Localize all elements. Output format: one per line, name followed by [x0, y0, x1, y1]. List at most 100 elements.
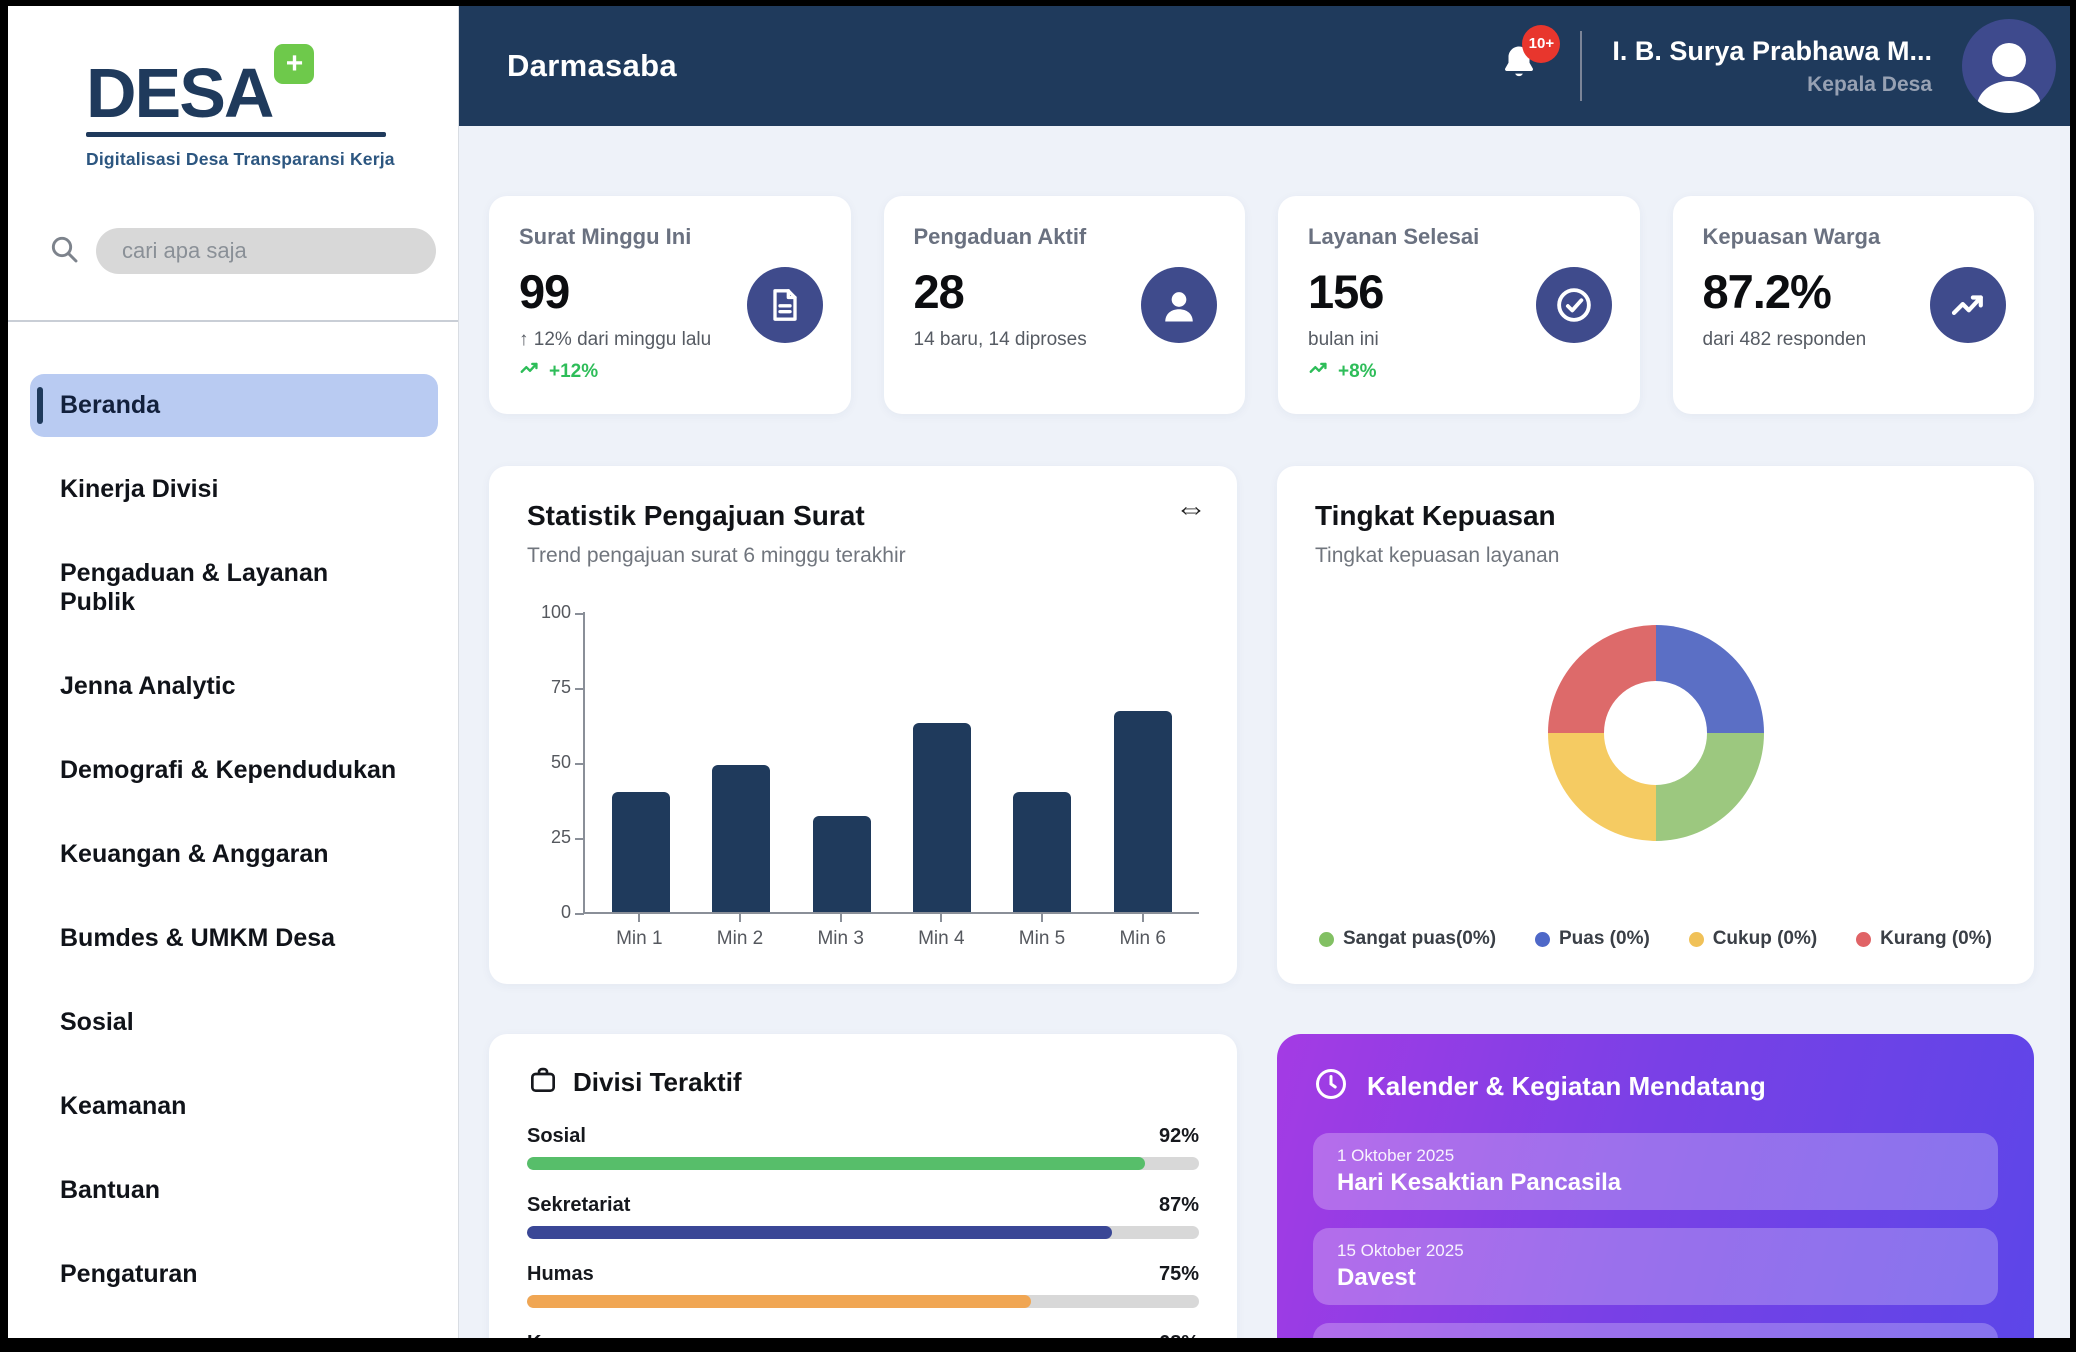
- division-percent: 75%: [1159, 1263, 1199, 1286]
- sidebar-divider: [8, 320, 458, 322]
- calendar-card: Kalender & Kegiatan Mendatang 1 Oktober …: [1277, 1034, 2034, 1338]
- division-top: Keuangan68%: [527, 1332, 1199, 1338]
- bar-slot: [892, 612, 992, 912]
- stat-trend-value: +8%: [1338, 361, 1377, 383]
- legend-dot: [1689, 932, 1704, 947]
- event-date: 1 Oktober 2025: [1337, 1146, 1974, 1166]
- divisions-title-row: Divisi Teraktif: [527, 1064, 1199, 1101]
- legend-label: Puas (0%): [1559, 928, 1650, 950]
- y-tick-0: 0: [527, 902, 571, 923]
- bar-min-5[interactable]: [1013, 792, 1071, 912]
- sidebar-item-pengaturan[interactable]: Pengaturan: [30, 1243, 438, 1306]
- mini-trend-icon: [1308, 358, 1330, 386]
- division-row-sosial: Sosial 92%: [527, 1125, 1199, 1170]
- division-progress-track: [527, 1295, 1199, 1308]
- charts-row: Statistik Pengajuan Surat Trend pengajua…: [489, 466, 2034, 984]
- x-tick-label: Min 4: [891, 914, 992, 950]
- divisions-list: Sosial92%Sekretariat87%Humas75%Keuangan6…: [527, 1125, 1199, 1338]
- main-column: Darmasaba 10+ I. B. Surya Prabhawa M... …: [459, 6, 2070, 1338]
- legend-item: Sangat puas(0%): [1319, 928, 1496, 950]
- stat-card-1: Surat Minggu Ini99↑ 12% dari minggu lalu…: [489, 196, 851, 414]
- bar-slot: [792, 612, 892, 912]
- division-top: Sosial 92%: [527, 1125, 1199, 1148]
- division-row-humas: Humas75%: [527, 1263, 1199, 1308]
- stats-row: Surat Minggu Ini99↑ 12% dari minggu lalu…: [489, 196, 2034, 414]
- division-label: Sekretariat: [527, 1194, 630, 1217]
- event-row[interactable]: 1 Oktober 2025Hari Kesaktian Pancasila: [1313, 1133, 1998, 1210]
- sidebar-item-bumdes-umkm-desa[interactable]: Bumdes & UMKM Desa: [30, 907, 438, 970]
- donut-title: Tingkat Kepuasan: [1315, 500, 1996, 532]
- stat-card-4: Kepuasan Warga87.2%dari 482 responden: [1673, 196, 2035, 414]
- event-row[interactable]: 19 Oktober 2025Rapat Koordinasi: [1313, 1323, 1998, 1338]
- calendar-title: Kalender & Kegiatan Mendatang: [1367, 1071, 1766, 1102]
- sidebar-item-jenna-analytic[interactable]: Jenna Analytic: [30, 655, 438, 718]
- user-menu[interactable]: I. B. Surya Prabhawa M... Kepala Desa: [1612, 36, 1932, 97]
- event-row[interactable]: 15 Oktober 2025Davest: [1313, 1228, 1998, 1305]
- y-tick-25: 25: [527, 827, 571, 848]
- division-percent: 92%: [1159, 1125, 1199, 1148]
- legend-dot: [1319, 932, 1334, 947]
- logo-text: DESA: [86, 54, 272, 132]
- stat-label: Surat Minggu Ini: [519, 224, 821, 250]
- bar-min-2[interactable]: [712, 765, 770, 912]
- sidebar-item-pengaduan-layanan-publik[interactable]: Pengaduan & Layanan Publik: [30, 542, 438, 634]
- donut-chart[interactable]: [1548, 625, 1764, 841]
- trending-up-icon: [1930, 267, 2006, 343]
- division-percent: 68%: [1159, 1332, 1199, 1338]
- notifications-button[interactable]: 10+: [1488, 37, 1550, 96]
- sidebar-item-keamanan[interactable]: Keamanan: [30, 1075, 438, 1138]
- bar-min-6[interactable]: [1114, 711, 1172, 912]
- sidebar-item-sosial[interactable]: Sosial: [30, 991, 438, 1054]
- avatar[interactable]: [1962, 19, 2056, 113]
- sidebar-item-keuangan-anggaran[interactable]: Keuangan & Anggaran: [30, 823, 438, 886]
- plus-badge-icon: +: [274, 44, 314, 84]
- legend-item: Kurang (0%): [1856, 928, 1992, 950]
- events-list: 1 Oktober 2025Hari Kesaktian Pancasila 15…: [1313, 1133, 1998, 1338]
- bar-min-1[interactable]: [612, 792, 670, 912]
- resize-horizontal-icon[interactable]: ⇔: [1175, 492, 1207, 524]
- sidebar-item-beranda[interactable]: Beranda: [30, 374, 438, 437]
- legend-label: Sangat puas(0%): [1343, 928, 1496, 950]
- stat-trend: +8%: [1308, 358, 1610, 386]
- y-axis-labels: 0255075100: [527, 612, 571, 914]
- sidebar-item-bantuan[interactable]: Bantuan: [30, 1159, 438, 1222]
- app-logo: DESA+ Digitalisasi Desa Transparansi Ker…: [86, 58, 428, 170]
- donut-legend: Sangat puas(0%)Puas (0%)Cukup (0%)Kurang…: [1315, 928, 1996, 950]
- y-tick-100: 100: [527, 602, 571, 623]
- stat-trend: +12%: [519, 358, 821, 386]
- satisfaction-card: Tingkat Kepuasan Tingkat kepuasan layana…: [1277, 466, 2034, 984]
- division-row-keuangan: Keuangan68%: [527, 1332, 1199, 1338]
- sidebar-item-kinerja-divisi[interactable]: Kinerja Divisi: [30, 458, 438, 521]
- legend-dot: [1535, 932, 1550, 947]
- bar-slot: [992, 612, 1092, 912]
- calendar-title-row: Kalender & Kegiatan Mendatang: [1313, 1066, 1998, 1107]
- bottom-row: Divisi Teraktif Sosial92%Sekretariat87%H…: [489, 1034, 2034, 1338]
- legend-label: Kurang (0%): [1880, 928, 1992, 950]
- x-tick-label: Min 1: [589, 914, 690, 950]
- header-right: 10+ I. B. Surya Prabhawa M... Kepala Des…: [1488, 19, 2056, 113]
- y-tick-75: 75: [527, 677, 571, 698]
- divisions-title: Divisi Teraktif: [573, 1067, 742, 1098]
- bar-slot: [591, 612, 691, 912]
- x-tick-label: Min 6: [1092, 914, 1193, 950]
- bar-min-4[interactable]: [913, 723, 971, 912]
- chart-subtitle: Trend pengajuan surat 6 minggu terakhir: [527, 544, 1199, 568]
- division-label: Sosial: [527, 1125, 586, 1148]
- division-progress-fill: [527, 1226, 1112, 1239]
- chart-title: Statistik Pengajuan Surat: [527, 500, 1199, 532]
- search-icon: [48, 233, 80, 270]
- legend-item: Puas (0%): [1535, 928, 1650, 950]
- sidebar-item-demografi-kependudukan[interactable]: Demografi & Kependudukan: [30, 739, 438, 802]
- bar-min-3[interactable]: [813, 816, 871, 912]
- division-progress-track: [527, 1226, 1199, 1239]
- search-input[interactable]: [96, 228, 436, 274]
- document-icon: [747, 267, 823, 343]
- logo-underline: [86, 132, 386, 137]
- avatar-person-icon: [1992, 43, 2026, 77]
- active-divisions-card: Divisi Teraktif Sosial92%Sekretariat87%H…: [489, 1034, 1237, 1338]
- y-tick-50: 50: [527, 752, 571, 773]
- notification-badge: 10+: [1522, 25, 1560, 63]
- legend-dot: [1856, 932, 1871, 947]
- stat-label: Pengaduan Aktif: [914, 224, 1216, 250]
- stat-label: Kepuasan Warga: [1703, 224, 2005, 250]
